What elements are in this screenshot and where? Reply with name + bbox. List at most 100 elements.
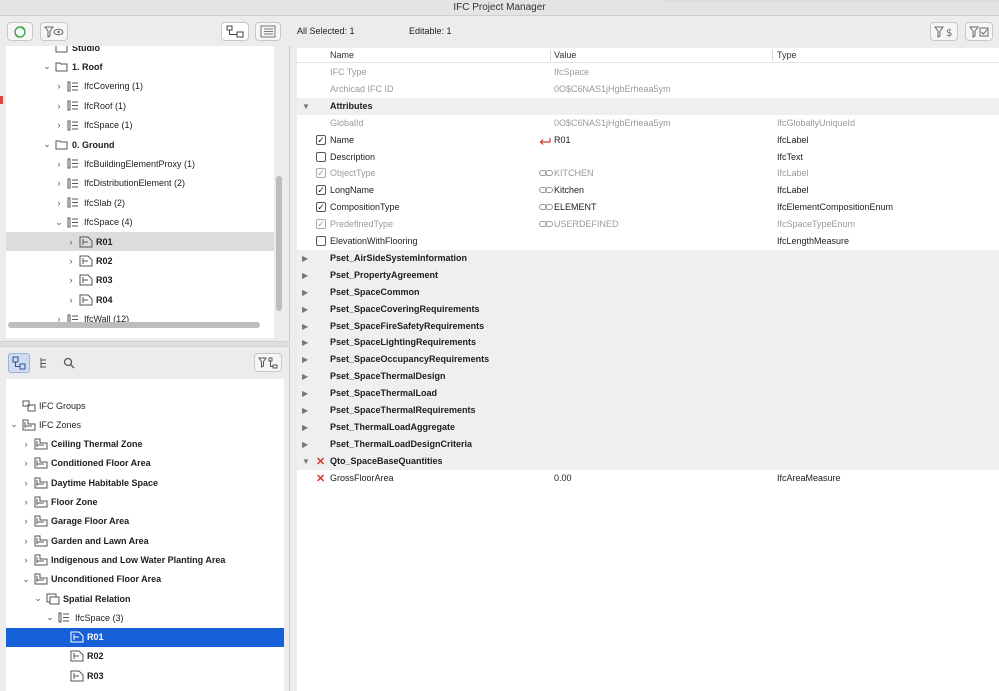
property-value[interactable]: ELEMENT — [554, 202, 597, 212]
chevron-right-icon[interactable]: › — [54, 120, 64, 130]
filter-visibility-button[interactable] — [40, 22, 68, 41]
zone-tree-row[interactable]: › Garage Floor Area — [6, 512, 284, 531]
property-group-row[interactable]: ▶ Pset_PropertyAgreement — [297, 266, 999, 284]
property-checkbox[interactable] — [316, 151, 326, 162]
chevron-down-icon[interactable]: ⌄ — [54, 217, 64, 228]
chevron-right-icon[interactable]: › — [66, 237, 76, 247]
zone-tree-row[interactable]: R02 — [6, 647, 284, 666]
tree-view-button[interactable] — [221, 22, 249, 41]
disclosure-closed-icon[interactable]: ▶ — [302, 423, 308, 432]
property-value[interactable]: USERDEFINED — [554, 219, 619, 229]
chevron-right-icon[interactable]: › — [21, 478, 31, 488]
property-group-row[interactable]: ▶ Pset_ThermalLoadDesignCriteria — [297, 435, 999, 453]
disclosure-closed-icon[interactable]: ▶ — [302, 440, 308, 449]
chevron-right-icon[interactable]: › — [21, 536, 31, 546]
remove-icon[interactable]: ✕ — [316, 472, 325, 485]
disclosure-closed-icon[interactable]: ▶ — [302, 355, 308, 364]
tree-row[interactable]: › IfcDistributionElement (2) — [6, 174, 274, 193]
column-type[interactable]: Type — [777, 50, 797, 60]
tree-row[interactable]: › R01 — [6, 232, 274, 251]
search-button[interactable] — [58, 353, 80, 373]
filter-hierarchy-button[interactable] — [254, 353, 282, 372]
link-icon[interactable] — [539, 169, 553, 179]
zone-tree-row[interactable]: ⌄ IfcSpace (3) — [6, 608, 284, 627]
tree-row[interactable]: › R03 — [6, 271, 274, 290]
tree-row[interactable]: › IfcSlab (2) — [6, 193, 274, 212]
zone-tree-row[interactable]: notAirconditioned — [6, 686, 284, 691]
link-icon[interactable] — [539, 203, 553, 213]
zone-tree-row[interactable]: R03 — [6, 666, 284, 685]
property-group-row[interactable]: ▼ Attributes — [297, 97, 999, 115]
property-value[interactable]: 0.00 — [554, 473, 572, 483]
chevron-right-icon[interactable]: › — [66, 256, 76, 266]
chevron-down-icon[interactable]: ⌄ — [42, 139, 52, 150]
property-value[interactable]: Kitchen — [554, 185, 584, 195]
zone-tree-row[interactable]: › Floor Zone — [6, 493, 284, 512]
zone-tree-row[interactable]: ⌄ Spatial Relation — [6, 589, 284, 608]
column-divider[interactable] — [550, 50, 551, 61]
property-row[interactable]: ✓ Name R01 IfcLabel — [297, 132, 999, 149]
project-tree-vscroll[interactable] — [276, 176, 282, 311]
refresh-button[interactable] — [7, 22, 33, 41]
property-group-row[interactable]: ▶ Pset_SpaceLightingRequirements — [297, 334, 999, 352]
property-group-row[interactable]: ▶ Pset_AirSideSystemInformation — [297, 249, 999, 267]
chevron-right-icon[interactable]: › — [21, 458, 31, 468]
pane-splitter[interactable] — [0, 341, 290, 347]
tree-row[interactable]: ⌄ 1. Roof — [6, 57, 274, 76]
link-icon[interactable] — [539, 186, 553, 196]
zone-tree-row[interactable]: IFC Groups — [6, 396, 284, 415]
property-group-row[interactable]: ▶ Pset_SpaceCoveringRequirements — [297, 300, 999, 318]
property-group-row[interactable]: ▶ Pset_SpaceThermalDesign — [297, 368, 999, 386]
disclosure-closed-icon[interactable]: ▶ — [302, 288, 308, 297]
tree-row[interactable]: › IfcSpace (1) — [6, 116, 274, 135]
property-checkbox[interactable]: ✓ — [316, 219, 326, 230]
chevron-right-icon[interactable]: › — [54, 159, 64, 169]
chevron-right-icon[interactable]: › — [21, 497, 31, 507]
property-row[interactable]: ElevationWithFlooring IfcLengthMeasure — [297, 233, 999, 250]
zones-view-button[interactable] — [8, 353, 30, 373]
property-checkbox[interactable]: ✓ — [316, 202, 326, 213]
return-arrow-icon[interactable] — [539, 136, 551, 148]
disclosure-closed-icon[interactable]: ▶ — [302, 406, 308, 415]
tree-row[interactable]: › R02 — [6, 251, 274, 270]
column-value[interactable]: Value — [554, 50, 576, 60]
chevron-right-icon[interactable]: › — [54, 81, 64, 91]
chevron-right-icon[interactable]: › — [21, 439, 31, 449]
property-value[interactable]: R01 — [554, 135, 571, 145]
disclosure-closed-icon[interactable]: ▶ — [302, 389, 308, 398]
link-icon[interactable] — [539, 220, 553, 230]
property-row[interactable]: Archicad IFC ID 0O$C6NAS1jHgbErheaa5ym — [297, 81, 999, 98]
property-group-row[interactable]: ▶ Pset_SpaceThermalRequirements — [297, 402, 999, 419]
property-checkbox[interactable]: ✓ — [316, 134, 326, 145]
disclosure-closed-icon[interactable]: ▶ — [302, 254, 308, 263]
chevron-down-icon[interactable]: ⌄ — [21, 574, 31, 585]
tree-row[interactable]: ⌄ IfcSpace (4) — [6, 213, 274, 232]
list-view-button[interactable] — [255, 22, 281, 41]
zone-tree-row[interactable]: › Daytime Habitable Space — [6, 473, 284, 492]
chevron-down-icon[interactable]: ⌄ — [45, 612, 55, 623]
disclosure-closed-icon[interactable]: ▶ — [302, 338, 308, 347]
disclosure-closed-icon[interactable]: ▶ — [302, 271, 308, 280]
tree-row[interactable]: ⌄ 0. Ground — [6, 135, 274, 154]
disclosure-open-icon[interactable]: ▼ — [302, 102, 310, 111]
property-row[interactable]: ✓ LongName Kitchen IfcLabel — [297, 182, 999, 199]
property-row[interactable]: Description IfcText — [297, 149, 999, 166]
zone-tree-row[interactable]: › Garden and Lawn Area — [6, 531, 284, 550]
column-name[interactable]: Name — [330, 50, 354, 60]
chevron-down-icon[interactable]: ⌄ — [42, 61, 52, 72]
chevron-right-icon[interactable]: › — [21, 516, 31, 526]
remove-icon[interactable]: ✕ — [316, 455, 325, 468]
tree-row[interactable]: Studio — [6, 46, 274, 57]
filter-dollar-button[interactable]: $ — [930, 22, 958, 41]
property-checkbox[interactable] — [316, 236, 326, 246]
tree-row[interactable]: › IfcCovering (1) — [6, 77, 274, 96]
tree-row[interactable]: › IfcBuildingElementProxy (1) — [6, 154, 274, 173]
zone-tree-row[interactable]: R01 — [6, 627, 284, 647]
zone-tree-row[interactable]: ⌄ Unconditioned Floor Area — [6, 570, 284, 589]
zone-tree-row[interactable]: › Ceiling Thermal Zone — [6, 435, 284, 454]
chevron-right-icon[interactable]: › — [54, 101, 64, 111]
project-tree-hscroll[interactable] — [8, 322, 260, 328]
disclosure-closed-icon[interactable]: ▶ — [302, 305, 308, 314]
filter-checked-button[interactable] — [965, 22, 993, 41]
disclosure-open-icon[interactable]: ▼ — [302, 457, 310, 466]
